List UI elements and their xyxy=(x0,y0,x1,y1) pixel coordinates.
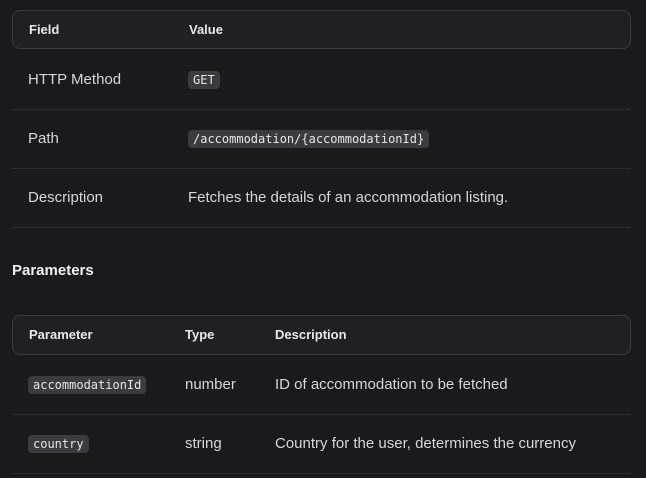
endpoint-table-header: Field Value xyxy=(12,10,631,49)
http-method-code: GET xyxy=(188,71,220,90)
path-code: /accommodation/{accommodationId} xyxy=(188,130,430,149)
parameter-code-accommodation-id: accommodationId xyxy=(28,376,147,395)
column-header-field: Field xyxy=(29,22,60,37)
column-header-parameter: Parameter xyxy=(29,327,93,342)
table-row: Description Fetches the details of an ac… xyxy=(12,169,631,228)
table-row: Path /accommodation/{accommodationId} xyxy=(12,110,631,169)
parameters-heading: Parameters xyxy=(12,262,94,279)
table-row: country string Country for the user, det… xyxy=(12,415,631,474)
column-header-type: Type xyxy=(185,327,215,342)
parameter-code-country: country xyxy=(28,435,89,454)
parameter-name-cell: country xyxy=(28,415,89,473)
parameter-name-cell: accommodationId xyxy=(28,356,147,414)
parameter-description-cell: ID of accommodation to be fetched xyxy=(275,376,508,393)
parameters-table-header: Parameter Type Description xyxy=(12,315,631,355)
field-label-path: Path xyxy=(28,130,59,147)
table-row: accommodationId number ID of accommodati… xyxy=(12,356,631,415)
column-header-value: Value xyxy=(189,22,223,37)
api-doc-page: Field Value HTTP Method GET Path /accomm… xyxy=(0,0,646,478)
field-label-description: Description xyxy=(28,189,104,206)
http-method-value: GET xyxy=(188,51,220,109)
description-value: Fetches the details of an accommodation … xyxy=(188,189,509,206)
parameter-type-cell: string xyxy=(185,435,222,452)
path-value: /accommodation/{accommodationId} xyxy=(188,110,430,168)
parameter-description-cell: Country for the user, determines the cur… xyxy=(275,435,576,452)
parameter-type-cell: number xyxy=(185,376,236,393)
field-label-http-method: HTTP Method xyxy=(28,71,122,88)
column-header-description: Description xyxy=(275,327,347,342)
table-row: HTTP Method GET xyxy=(12,51,631,110)
